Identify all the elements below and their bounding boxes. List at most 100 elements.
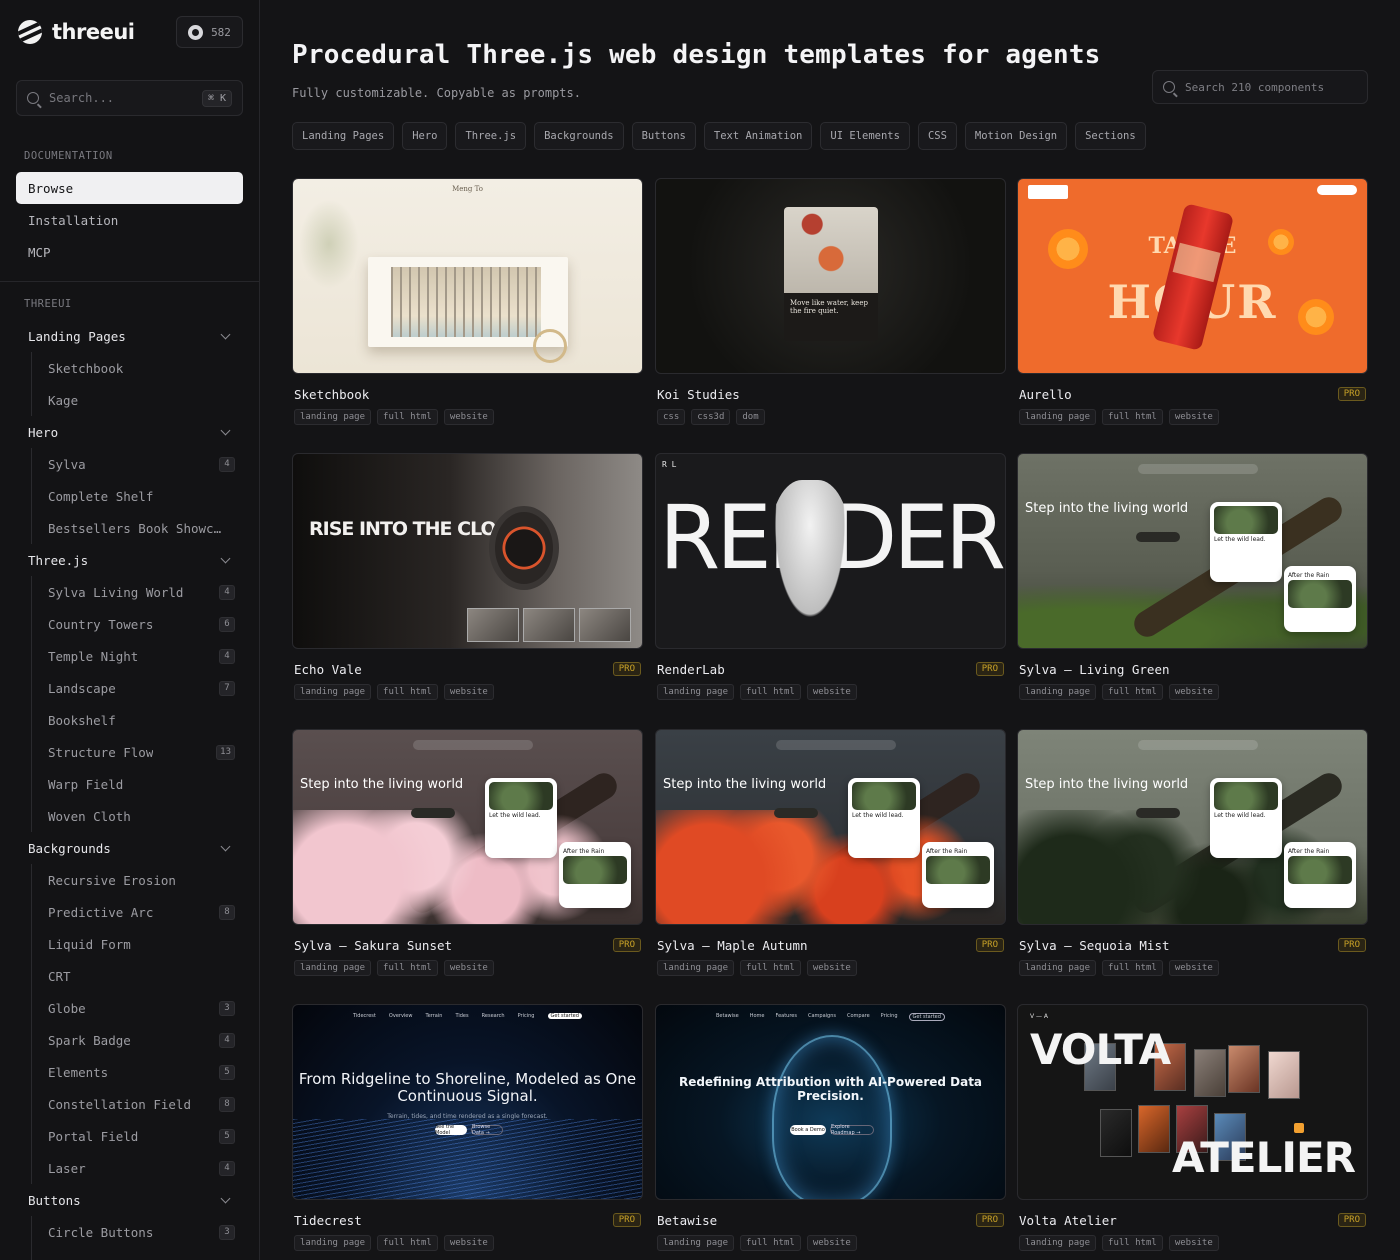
component-search[interactable] (1152, 70, 1368, 104)
component-card-tidecrest[interactable]: Tidecrest Overview Terrain Tides Researc… (292, 1004, 643, 1251)
card-thumbnail[interactable]: Step into the living world Let the wild … (292, 729, 643, 925)
card-tags: landing page full html website (1017, 960, 1368, 976)
chevron-down-icon (220, 1193, 231, 1203)
sidebar-item-structure-flow[interactable]: Structure Flow 13 (48, 740, 235, 764)
sidebar-item-laser[interactable]: Laser 4 (48, 1156, 235, 1180)
card-thumbnail[interactable]: Step into the living world Let the wild … (1017, 729, 1368, 925)
sidebar-item-circle-buttons[interactable]: Circle Buttons 3 (48, 1220, 235, 1244)
sidebar-item-country-towers[interactable]: Country Towers 6 (48, 612, 235, 636)
chip-motion-design[interactable]: Motion Design (964, 122, 1068, 150)
sidebar-item-portal-field[interactable]: Portal Field 5 (48, 1124, 235, 1148)
group-threejs[interactable]: Three.js (28, 548, 233, 572)
sidebar-item-sketchbook[interactable]: Sketchbook (48, 356, 235, 380)
brand[interactable]: threeui (18, 20, 135, 44)
thumb-aurello-logo (1028, 185, 1068, 199)
card-thumbnail[interactable]: Tidecrest Overview Terrain Tides Researc… (292, 1004, 643, 1200)
sidebar-search[interactable]: ⌘ K (16, 80, 243, 116)
card-thumbnail[interactable]: Step into the living world Let the wild … (1017, 453, 1368, 649)
component-card-sketchbook[interactable]: Meng To Sketchbook landing page full htm… (292, 178, 643, 425)
card-thumbnail[interactable]: Move like water, keep the fire quiet. (655, 178, 1006, 374)
card-title: Betawise (657, 1212, 718, 1228)
chip-backgrounds[interactable]: Backgrounds (534, 122, 624, 150)
card-thumbnail[interactable]: V — A VOLTA ATELIER (1017, 1004, 1368, 1200)
tag: landing page (1019, 960, 1097, 976)
count-badge: 8 (219, 1096, 235, 1112)
count-badge: 8 (219, 904, 235, 920)
sidebar-item-landscape[interactable]: Landscape 7 (48, 676, 235, 700)
count-badge: 5 (219, 1064, 235, 1080)
card-thumbnail[interactable]: Step into the living world Let the wild … (655, 729, 1006, 925)
card-title: Sylva — Sequoia Mist (1019, 937, 1170, 953)
chip-buttons[interactable]: Buttons (631, 122, 696, 150)
nav-item-browse[interactable]: Browse (16, 172, 243, 204)
sidebar-item-warp-field[interactable]: Warp Field (48, 772, 235, 796)
sidebar-item-woven-cloth[interactable]: Woven Cloth (48, 804, 235, 828)
thumb-glowing-head (772, 1035, 892, 1199)
page-title: Procedural Three.js web design templates… (292, 40, 1101, 70)
component-card-betawise[interactable]: Betawise Home Features Campaigns Compare… (655, 1004, 1006, 1251)
sidebar-item-sylva-living-world[interactable]: Sylva Living World 4 (48, 580, 235, 604)
thumb-card-image (1288, 855, 1352, 884)
card-thumbnail[interactable]: Betawise Home Features Campaigns Compare… (655, 1004, 1006, 1200)
component-search-input[interactable] (1185, 80, 1357, 94)
chip-threejs[interactable]: Three.js (455, 122, 527, 150)
tag: landing page (657, 684, 735, 700)
sidebar-item-spark-badge[interactable]: Spark Badge 4 (48, 1028, 235, 1052)
chip-css[interactable]: CSS (917, 122, 957, 150)
group-backgrounds[interactable]: Backgrounds (28, 836, 233, 860)
component-card-echo-vale[interactable]: RISE INTO THE CLOUD. Echo Vale PRO landin… (292, 453, 643, 700)
group-buttons[interactable]: Buttons (28, 1188, 233, 1212)
sidebar-item-temple-night[interactable]: Temple Night 4 (48, 644, 235, 668)
sidebar-item-liquid-form[interactable]: Liquid Form (48, 932, 235, 956)
sidebar-item-globe[interactable]: Globe 3 (48, 996, 235, 1020)
component-card-sylva-sakura-sunset[interactable]: Step into the living world Let the wild … (292, 729, 643, 976)
sidebar-item-bookshelf[interactable]: Bookshelf (48, 708, 235, 732)
sidebar-item-recursive-erosion[interactable]: Recursive Erosion (48, 868, 235, 892)
count-badge: 4 (219, 1032, 235, 1048)
tree-line (31, 1216, 32, 1260)
sidebar-item-complete-shelf[interactable]: Complete Shelf (48, 484, 235, 508)
chip-sections[interactable]: Sections (1075, 122, 1146, 150)
thumb-sylva-card: Let the wild lead. (1210, 502, 1282, 582)
sidebar-search-input[interactable] (49, 91, 202, 105)
thumb-ring (533, 329, 567, 363)
nav-item-mcp[interactable]: MCP (16, 236, 243, 268)
thumb-sylva-headline: Step into the living world (663, 777, 827, 792)
component-card-sylva-maple-autumn[interactable]: Step into the living world Let the wild … (655, 729, 1006, 976)
thumb-nav-brand: Betawise (716, 1013, 739, 1019)
pro-badge: PRO (975, 662, 1004, 676)
component-card-volta-atelier[interactable]: V — A VOLTA ATELIER Volta Atelier PRO lan… (1017, 1004, 1368, 1251)
sidebar-item-sylva[interactable]: Sylva 4 (48, 452, 235, 476)
nav-item-installation[interactable]: Installation (16, 204, 243, 236)
component-card-koi-studies[interactable]: Move like water, keep the fire quiet. Ko… (655, 178, 1006, 425)
github-stars-button[interactable]: 582 (176, 16, 243, 48)
threeui-section-label: THREEUI (24, 298, 72, 310)
card-thumbnail[interactable]: TANGE HOUR (1017, 178, 1368, 374)
sidebar-item-label: Laser (48, 1160, 86, 1176)
chip-text-animation[interactable]: Text Animation (703, 122, 813, 150)
sidebar-item-kage[interactable]: Kage (48, 388, 235, 412)
card-thumbnail[interactable]: RISE INTO THE CLOUD. (292, 453, 643, 649)
sidebar-item-bestsellers[interactable]: Bestsellers Book Showca… (48, 516, 235, 540)
chip-landing-pages[interactable]: Landing Pages (292, 122, 395, 150)
tag: landing page (294, 1235, 372, 1251)
thumb-render-figure (770, 480, 850, 630)
component-card-sylva-sequoia-mist[interactable]: Step into the living world Let the wild … (1017, 729, 1368, 976)
component-card-renderlab[interactable]: R L RENDER RenderLab PRO landing page ful… (655, 453, 1006, 700)
component-card-aurello[interactable]: TANGE HOUR Aurello PRO landing page full … (1017, 178, 1368, 425)
group-hero[interactable]: Hero (28, 420, 233, 444)
chip-hero[interactable]: Hero (402, 122, 448, 150)
chip-ui-elements[interactable]: UI Elements (820, 122, 910, 150)
sidebar-item-elements[interactable]: Elements 5 (48, 1060, 235, 1084)
sidebar-item-predictive-arc[interactable]: Predictive Arc 8 (48, 900, 235, 924)
sidebar-item-crt[interactable]: CRT (48, 964, 235, 988)
github-star-count: 582 (211, 25, 231, 39)
group-landing-pages[interactable]: Landing Pages (28, 324, 233, 348)
brand-name: threeui (52, 20, 135, 44)
card-thumbnail[interactable]: R L RENDER (655, 453, 1006, 649)
component-card-sylva-living-green[interactable]: Step into the living world Let the wild … (1017, 453, 1368, 700)
tree-line (31, 576, 32, 832)
thumb-accent-square (1294, 1123, 1304, 1133)
card-thumbnail[interactable]: Meng To (292, 178, 643, 374)
sidebar-item-constellation-field[interactable]: Constellation Field 8 (48, 1092, 235, 1116)
